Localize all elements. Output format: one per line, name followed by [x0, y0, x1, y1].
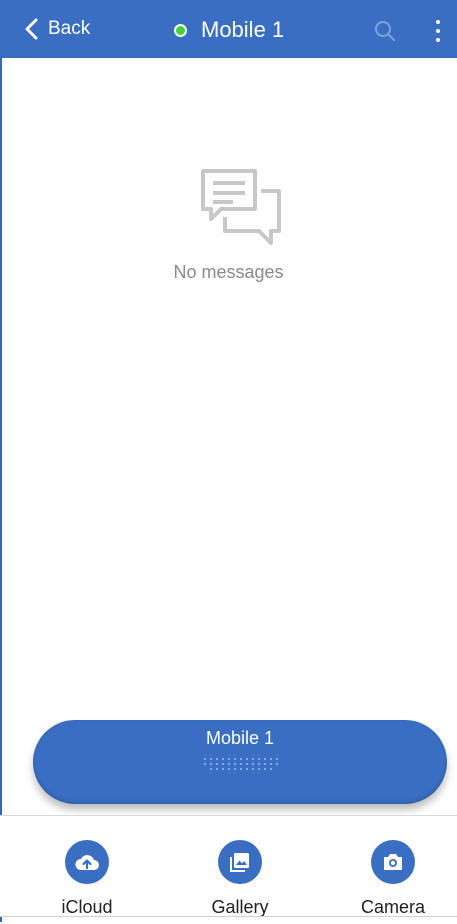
attachment-toolbar: iCloud Gallery Camera: [0, 815, 457, 918]
mobile-panel-handle[interactable]: Mobile 1: [33, 720, 447, 804]
search-icon[interactable]: [374, 20, 396, 42]
more-options-icon[interactable]: [433, 20, 443, 42]
drag-handle-icon[interactable]: [201, 756, 281, 770]
gallery-label: Gallery: [211, 897, 269, 917]
cloud-upload-icon: [65, 840, 109, 884]
icloud-button[interactable]: iCloud: [42, 840, 132, 918]
top-bar: Back Mobile 1: [0, 0, 457, 58]
chat-title: Mobile 1: [174, 17, 284, 43]
camera-icon: [371, 840, 415, 884]
back-button[interactable]: Back: [24, 18, 90, 40]
chevron-left-icon: [25, 18, 38, 40]
image-icon: [218, 840, 262, 884]
camera-label: Camera: [360, 897, 426, 917]
page-title: Mobile 1: [201, 17, 285, 42]
chat-bubbles-icon: [201, 169, 281, 245]
icloud-label: iCloud: [61, 897, 113, 917]
panel-title: Mobile 1: [205, 728, 275, 748]
camera-button[interactable]: Camera: [348, 840, 438, 918]
back-label: Back: [48, 18, 91, 39]
online-status-indicator: [174, 23, 187, 37]
gallery-button[interactable]: Gallery: [195, 840, 285, 918]
divider: [0, 916, 457, 917]
empty-state-text: No messages: [173, 262, 284, 282]
